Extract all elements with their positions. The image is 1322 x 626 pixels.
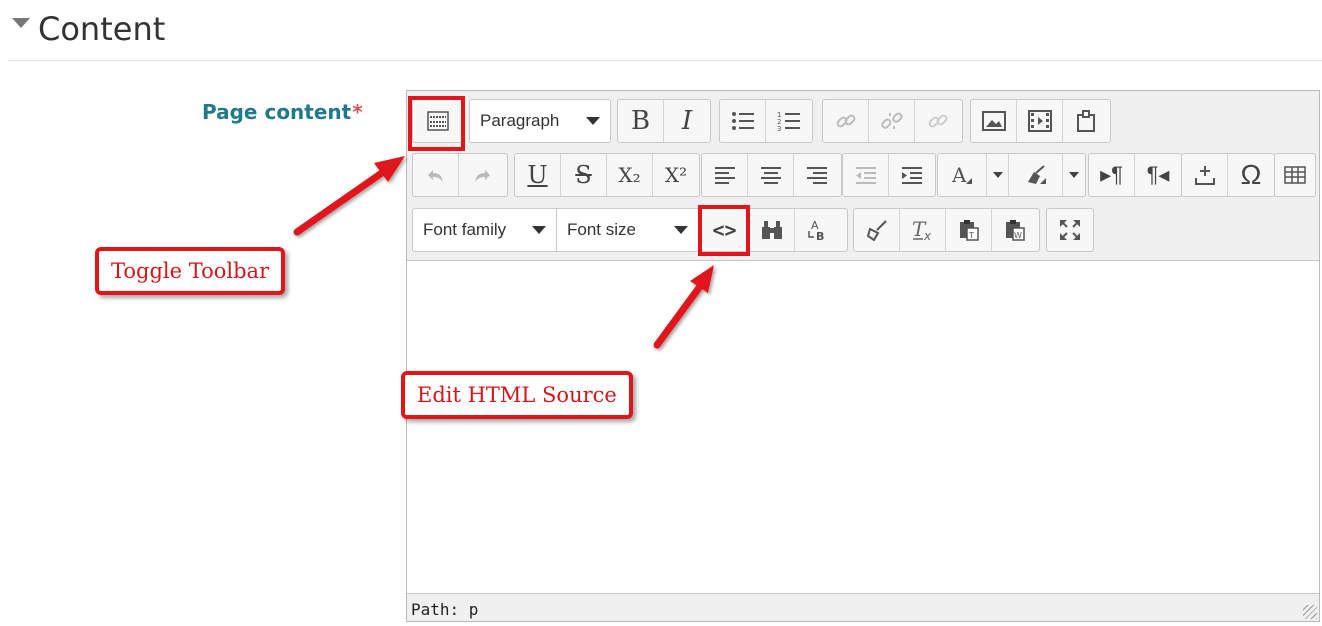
edit-html-source-callout-text: Edit HTML Source [417,383,617,407]
toggle-toolbar-callout-text: Toggle Toolbar [111,259,270,283]
edit-html-source-callout: Edit HTML Source [401,371,633,419]
edit-html-source-arrow [653,265,714,349]
annotation-arrows [293,156,714,349]
toggle-toolbar-callout: Toggle Toolbar [95,247,286,295]
toggle-toolbar-arrow [293,156,405,236]
